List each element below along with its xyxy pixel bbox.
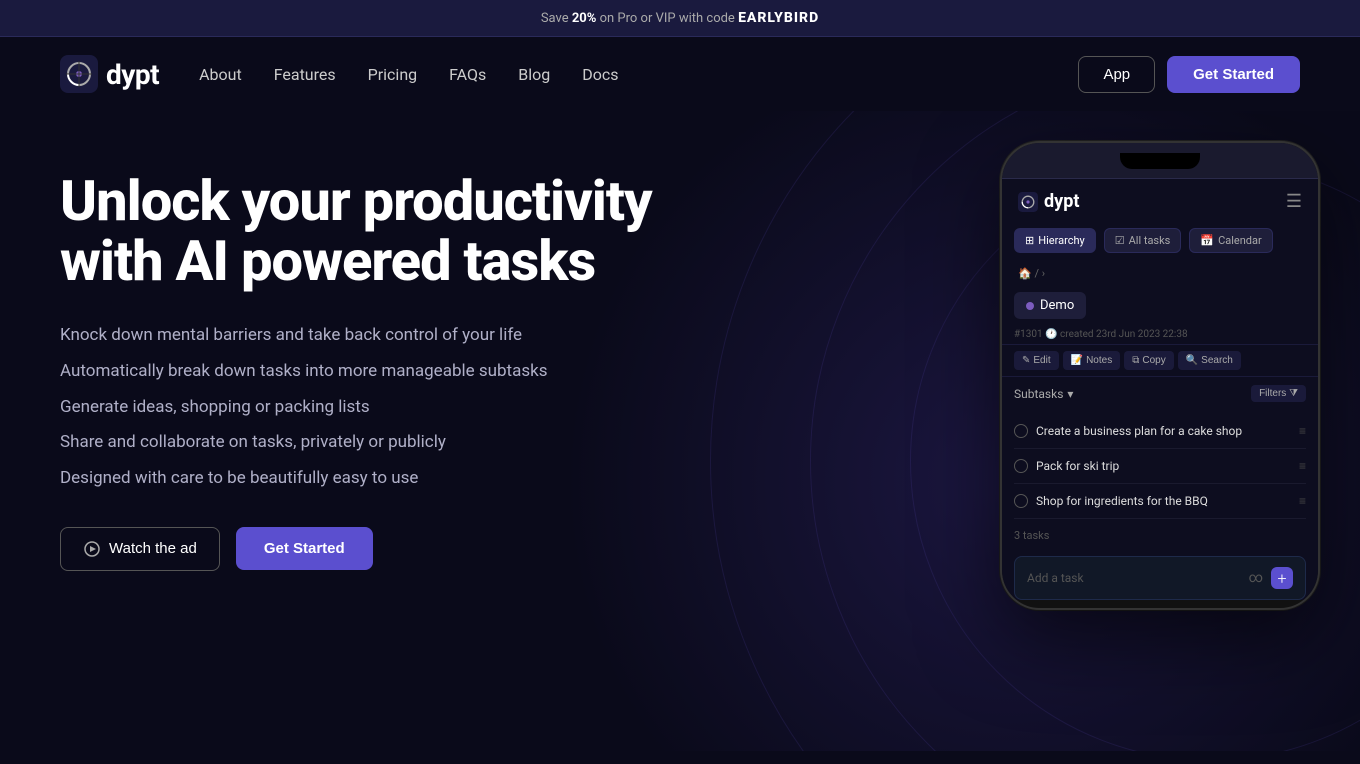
phone-content: dypt ☰ ⊞ Hierarchy ☑ All tasks 📅 bbox=[1002, 179, 1318, 600]
task-text-2: Pack for ski trip bbox=[1036, 459, 1291, 473]
subtasks-expand-icon: ▾ bbox=[1067, 387, 1073, 401]
home-icon: 🏠 bbox=[1018, 267, 1032, 280]
add-task-bar[interactable]: Add a task ∞ + bbox=[1014, 556, 1306, 600]
nav-left: dypt About Features Pricing FAQs Blog Do… bbox=[60, 55, 619, 93]
filter-icon: ⧩ bbox=[1289, 388, 1298, 399]
phone-tab-hierarchy[interactable]: ⊞ Hierarchy bbox=[1014, 228, 1096, 253]
filters-button[interactable]: Filters ⧩ bbox=[1251, 385, 1306, 402]
task-dot bbox=[1026, 302, 1034, 310]
logo-icon bbox=[60, 55, 98, 93]
task-item-3[interactable]: Shop for ingredients for the BBQ ≡ bbox=[1014, 484, 1306, 519]
phone-task-meta: #1301 🕐 created 23rd Jun 2023 22:38 bbox=[1002, 327, 1318, 344]
calendar-icon: 📅 bbox=[1200, 234, 1214, 247]
promo-banner: Save 20% on Pro or VIP with code EARLYBI… bbox=[0, 0, 1360, 37]
phone-tab-calendar[interactable]: 📅 Calendar bbox=[1189, 228, 1272, 253]
hero-features-list: Knock down mental barriers and take back… bbox=[60, 324, 760, 491]
nav-blog[interactable]: Blog bbox=[518, 65, 550, 84]
hero-get-started-button[interactable]: Get Started bbox=[236, 527, 373, 570]
task-checkbox-3[interactable] bbox=[1014, 494, 1028, 508]
subtasks-label: Subtasks ▾ bbox=[1014, 387, 1073, 401]
phone-breadcrumb: 🏠 / › bbox=[1002, 261, 1318, 286]
task-checkbox-1[interactable] bbox=[1014, 424, 1028, 438]
nav-docs[interactable]: Docs bbox=[582, 65, 618, 84]
phone-header: dypt ☰ bbox=[1002, 179, 1318, 220]
phone-task-section: Demo bbox=[1002, 286, 1318, 327]
phone-mockup: dypt ☰ ⊞ Hierarchy ☑ All tasks 📅 bbox=[1000, 141, 1320, 610]
watch-ad-button[interactable]: Watch the ad bbox=[60, 527, 220, 571]
nav-right: App Get Started bbox=[1078, 56, 1300, 93]
feature-item: Generate ideas, shopping or packing list… bbox=[60, 396, 760, 420]
add-task-placeholder: Add a task bbox=[1027, 571, 1084, 585]
nav-features[interactable]: Features bbox=[274, 65, 336, 84]
phone-notch bbox=[1120, 153, 1200, 169]
task-text-1: Create a business plan for a cake shop bbox=[1036, 424, 1291, 438]
search-button[interactable]: 🔍 Search bbox=[1178, 351, 1241, 370]
feature-item: Automatically break down tasks into more… bbox=[60, 360, 760, 384]
hero-actions: Watch the ad Get Started bbox=[60, 527, 760, 571]
task-expand-icon-2[interactable]: ≡ bbox=[1299, 459, 1306, 473]
phone-task-demo-label: Demo bbox=[1014, 292, 1086, 319]
search-icon: 🔍 bbox=[1186, 355, 1198, 366]
notes-icon: 📝 bbox=[1071, 355, 1083, 366]
notes-button[interactable]: 📝 Notes bbox=[1063, 351, 1121, 370]
app-button[interactable]: App bbox=[1078, 56, 1155, 93]
task-item-2[interactable]: Pack for ski trip ≡ bbox=[1014, 449, 1306, 484]
copy-icon: ⧉ bbox=[1132, 355, 1139, 366]
banner-text: Save 20% on Pro or VIP with code EARLYBI… bbox=[541, 11, 819, 26]
hierarchy-icon: ⊞ bbox=[1025, 234, 1034, 247]
edit-button[interactable]: ✎ Edit bbox=[1014, 351, 1059, 370]
feature-item: Share and collaborate on tasks, privatel… bbox=[60, 431, 760, 455]
hero-content: Unlock your productivity with AI powered… bbox=[60, 151, 760, 571]
promo-code: EARLYBIRD bbox=[738, 10, 819, 26]
navbar: dypt About Features Pricing FAQs Blog Do… bbox=[0, 37, 1360, 111]
all-tasks-icon: ☑ bbox=[1115, 234, 1125, 247]
phone-subtasks-header: Subtasks ▾ Filters ⧩ bbox=[1002, 377, 1318, 410]
hero-section: Unlock your productivity with AI powered… bbox=[0, 111, 1360, 751]
banner-highlight: 20% bbox=[572, 11, 597, 26]
edit-icon: ✎ bbox=[1022, 355, 1030, 366]
play-icon bbox=[83, 540, 101, 558]
add-task-plus-button[interactable]: + bbox=[1271, 567, 1293, 589]
task-item-1[interactable]: Create a business plan for a cake shop ≡ bbox=[1014, 414, 1306, 449]
task-expand-icon-3[interactable]: ≡ bbox=[1299, 494, 1306, 508]
add-task-icons: ∞ + bbox=[1249, 567, 1293, 589]
logo[interactable]: dypt bbox=[60, 55, 159, 93]
phone-logo: dypt bbox=[1018, 191, 1079, 212]
phone-menu-icon[interactable]: ☰ bbox=[1286, 191, 1302, 212]
phone-tab-all-tasks[interactable]: ☑ All tasks bbox=[1104, 228, 1182, 253]
feature-item: Knock down mental barriers and take back… bbox=[60, 324, 760, 348]
nav-faqs[interactable]: FAQs bbox=[449, 65, 486, 84]
phone-toolbar: ✎ Edit 📝 Notes ⧉ Copy 🔍 Search bbox=[1002, 344, 1318, 377]
logo-text: dypt bbox=[106, 58, 159, 91]
nav-pricing[interactable]: Pricing bbox=[368, 65, 418, 84]
phone-logo-text: dypt bbox=[1044, 191, 1079, 212]
copy-button[interactable]: ⧉ Copy bbox=[1124, 351, 1174, 370]
add-task-infinity-icon: ∞ bbox=[1249, 570, 1263, 586]
task-checkbox-2[interactable] bbox=[1014, 459, 1028, 473]
nav-get-started-button[interactable]: Get Started bbox=[1167, 56, 1300, 93]
task-text-3: Shop for ingredients for the BBQ bbox=[1036, 494, 1291, 508]
nav-links: About Features Pricing FAQs Blog Docs bbox=[199, 65, 618, 84]
phone-top-bar bbox=[1002, 143, 1318, 179]
feature-item: Designed with care to be beautifully eas… bbox=[60, 467, 760, 491]
phone-task-count: 3 tasks bbox=[1002, 523, 1318, 548]
phone-logo-icon bbox=[1018, 192, 1038, 212]
hero-title: Unlock your productivity with AI powered… bbox=[60, 171, 760, 292]
nav-about[interactable]: About bbox=[199, 65, 242, 84]
task-expand-icon-1[interactable]: ≡ bbox=[1299, 424, 1306, 438]
phone-device: dypt ☰ ⊞ Hierarchy ☑ All tasks 📅 bbox=[1000, 141, 1320, 610]
phone-task-list: Create a business plan for a cake shop ≡… bbox=[1002, 410, 1318, 523]
phone-nav-tabs: ⊞ Hierarchy ☑ All tasks 📅 Calendar bbox=[1002, 220, 1318, 261]
